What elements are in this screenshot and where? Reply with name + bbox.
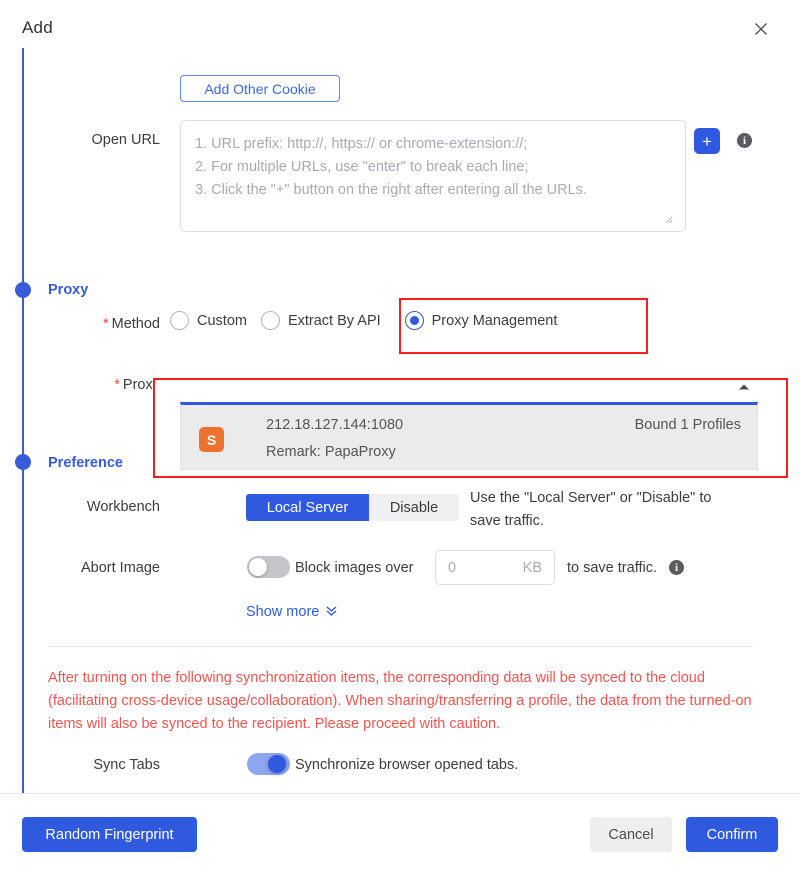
radio-dot-proxy-management	[404, 311, 424, 330]
radio-dot-custom	[170, 311, 189, 330]
workbench-option-disable[interactable]: Disable	[369, 494, 459, 521]
caret-up-icon[interactable]	[737, 381, 751, 395]
show-more-toggle[interactable]: Show more	[246, 604, 338, 620]
section-divider	[48, 646, 753, 647]
socks-proxy-icon: S	[199, 427, 224, 452]
radio-extract-by-api[interactable]: Extract By API	[260, 311, 381, 330]
abort-image-toggle[interactable]	[247, 556, 290, 578]
workbench-option-local-server[interactable]: Local Server	[246, 494, 369, 521]
abort-image-label: Abort Image	[81, 560, 160, 576]
workbench-label: Workbench	[86, 499, 160, 515]
sync-tabs-label: Sync Tabs	[93, 757, 160, 773]
radio-label-extract-by-api: Extract By API	[287, 312, 381, 329]
radio-custom[interactable]: Custom	[170, 311, 247, 330]
toggle-knob	[268, 755, 286, 773]
proxy-bound-profiles: Bound 1 Profiles	[634, 417, 741, 433]
proxy-label: * Proxy	[114, 377, 160, 393]
footer-divider	[0, 793, 800, 794]
radio-proxy-management[interactable]: Proxy Management	[404, 311, 558, 330]
add-url-button[interactable]: +	[694, 128, 720, 154]
open-url-info-icon[interactable]: i	[737, 133, 752, 148]
resize-grip-icon[interactable]	[663, 214, 673, 227]
open-url-textarea[interactable]: 1. URL prefix: http://, https:// or chro…	[180, 120, 686, 232]
section-heading-preference: Preference	[48, 455, 123, 471]
sync-tabs-toggle[interactable]	[247, 753, 290, 775]
add-other-cookie-button[interactable]: Add Other Cookie	[180, 75, 340, 102]
proxy-address: 212.18.127.144:1080	[266, 417, 404, 433]
radio-label-custom: Custom	[197, 312, 247, 329]
method-label: * Method	[102, 316, 160, 332]
abort-image-size-input[interactable]: 0 KB	[435, 550, 555, 585]
radio-label-proxy-management: Proxy Management	[431, 312, 558, 329]
proxy-remark: Remark: PapaProxy	[266, 444, 396, 460]
chevron-double-down-icon	[325, 604, 338, 620]
workbench-segmented-control[interactable]: Local Server Disable	[246, 494, 459, 521]
method-required-mark: *	[102, 316, 109, 332]
abort-image-size-value: 0	[448, 559, 457, 576]
method-radio-group[interactable]: Custom Extract By API Proxy Management	[170, 311, 571, 330]
form-body: Add Other Cookie Open URL 1. URL prefix:…	[0, 0, 800, 793]
abort-image-text-before: Block images over	[295, 560, 414, 576]
abort-image-size-unit: KB	[522, 559, 542, 576]
proxy-option-item[interactable]: S 212.18.127.144:1080 Remark: PapaProxy …	[180, 402, 758, 470]
proxy-required-mark: *	[114, 377, 120, 393]
show-more-label: Show more	[246, 604, 320, 620]
toggle-knob	[249, 558, 267, 576]
random-fingerprint-button[interactable]: Random Fingerprint	[22, 817, 197, 852]
sync-warning-text: After turning on the following synchroni…	[48, 670, 752, 732]
section-heading-proxy: Proxy	[48, 282, 89, 298]
workbench-hint: Use the "Local Server" or "Disable" to s…	[470, 490, 712, 529]
abort-image-info-icon[interactable]: i	[669, 560, 684, 575]
abort-image-text-after: to save traffic.	[567, 560, 657, 576]
sync-tabs-description: Synchronize browser opened tabs.	[295, 757, 519, 773]
open-url-label: Open URL	[91, 132, 160, 148]
confirm-button[interactable]: Confirm	[686, 817, 778, 852]
cancel-button[interactable]: Cancel	[590, 817, 672, 852]
radio-dot-extract-by-api	[260, 311, 280, 330]
